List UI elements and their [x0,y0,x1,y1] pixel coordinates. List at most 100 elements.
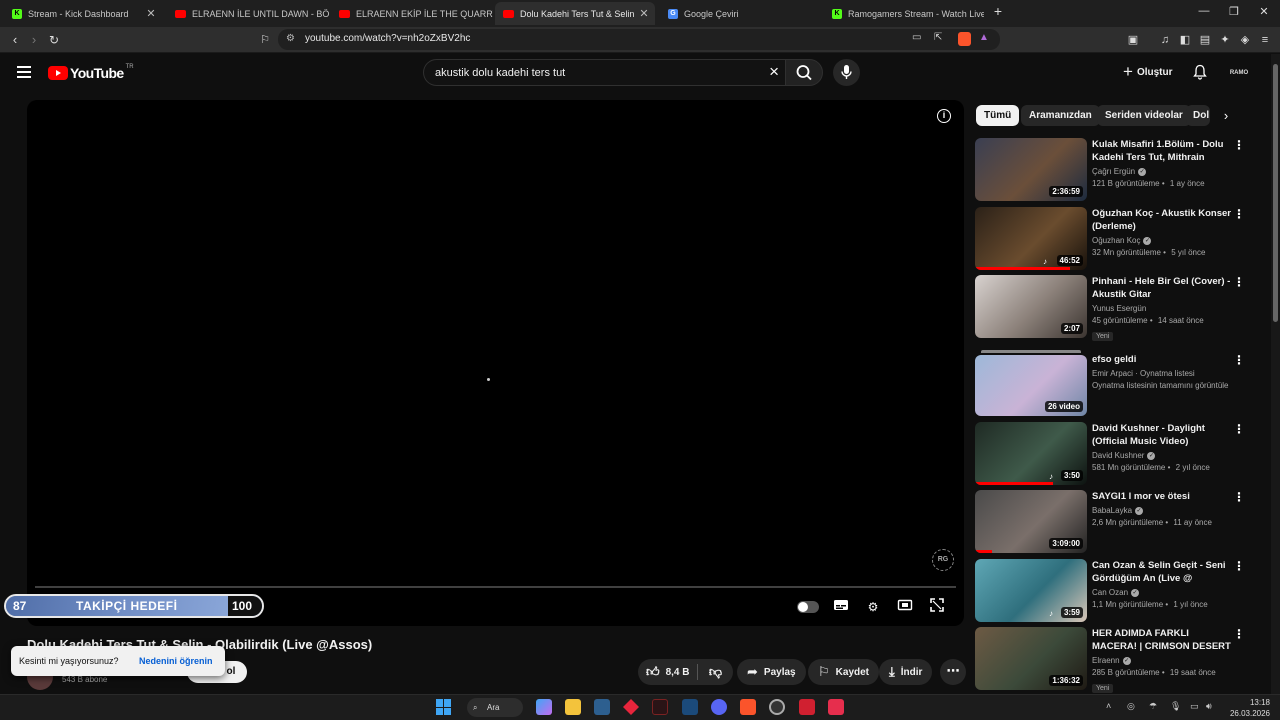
video-player[interactable]: i RG ⚙ [27,100,964,626]
recommendation-channel[interactable]: David Kushner ✓ [1092,451,1232,460]
hamburger-menu-icon[interactable] [17,66,31,78]
share-page-icon[interactable]: ⇱ [934,32,942,43]
reload-icon[interactable]: ↻ [45,32,63,48]
recommendation-title[interactable]: Pinhani - Hele Bir Gel (Cover) - Akustik… [1092,275,1232,301]
taskbar-clock[interactable]: 13:18 26.03.2026 [1226,697,1270,719]
file-explorer-icon[interactable] [565,699,581,715]
scrollbar-thumb[interactable] [1273,64,1278,322]
scrollbar[interactable] [1271,54,1280,694]
obs-icon[interactable] [652,699,668,715]
media-icon[interactable]: ♫ [1158,33,1172,47]
recommendation-item[interactable]: 2:36:59 Kulak Misafiri 1.Bölüm - Dolu Kad… [975,138,1255,202]
more-options-icon[interactable]: ⋮ [1233,138,1245,152]
video-thumbnail[interactable]: 1:36:32 [975,627,1087,690]
video-thumbnail[interactable]: 46:52 ♪ [975,207,1087,270]
save-button[interactable]: ⚐ Kaydet [808,659,880,685]
chip-all[interactable]: Tümü [976,105,1020,126]
video-thumbnail[interactable]: 3:59 ♪ [975,559,1087,622]
browser-tab[interactable]: ELRAENN EKİP İLE THE QUARRY OYN [331,2,493,25]
channel-watermark[interactable]: RG [932,549,954,571]
share-button[interactable]: ➦ Paylaş [737,659,806,685]
recommendation-item[interactable]: 1:36:32 HER ADIMDA FARKLI MACERA! | CRIMS… [975,627,1255,693]
site-info-icon[interactable]: ⚙ [286,33,295,44]
leo-ai-icon[interactable]: ✦ [1218,33,1232,47]
close-window-icon[interactable]: ✕ [1249,5,1279,18]
bookmark-icon[interactable]: ⚐ [256,32,274,48]
tray-chevron-up-icon[interactable]: ˄ [1106,701,1111,711]
recommendation-title[interactable]: David Kushner - Daylight (Official Music… [1092,422,1232,448]
recommendation-title[interactable]: Kulak Misafiri 1.Bölüm - Dolu Kadehi Ter… [1092,138,1232,164]
discord-icon[interactable] [711,699,727,715]
more-options-icon[interactable]: ⋮ [1233,353,1245,367]
more-options-icon[interactable]: ⋮ [1233,559,1245,573]
copilot-icon[interactable] [536,699,552,715]
browser-tab[interactable]: ELRAENN İLE UNTIL DAWN - BÖLÜM [167,2,329,25]
address-bar[interactable]: ⚙ youtube.com/watch?v=nh2oZxBV2hc ▭ ⇱ ▲ [278,29,1000,50]
chip-series-videos[interactable]: Seriden videolar [1097,105,1191,126]
recommendation-channel[interactable]: Elraenn ✓ [1092,656,1232,665]
more-options-icon[interactable]: ⋮ [1233,422,1245,436]
snipping-tool-icon[interactable] [594,699,610,715]
network-icon[interactable]: ▭ [1190,701,1199,712]
app-icon[interactable] [799,699,815,715]
close-tab-icon[interactable]: ✕ [637,7,651,20]
search-button[interactable] [785,59,823,86]
video-thumbnail[interactable]: 2:36:59 [975,138,1087,201]
wallet-icon[interactable]: ▤ [1198,33,1212,47]
windows-start-icon[interactable] [436,699,452,715]
tray-app-icon[interactable]: ☂ [1149,701,1157,712]
chip-dolu[interactable]: Dol [1186,105,1210,126]
chevron-right-icon[interactable]: › [1216,106,1236,126]
back-icon[interactable]: ‹ [6,32,24,48]
recommendation-title[interactable]: efso geldi [1092,353,1232,366]
more-actions-icon[interactable]: ⋯ [940,659,966,685]
create-button[interactable]: + Oluştur [1115,61,1181,83]
brave-rewards-icon[interactable]: ▲ [979,32,989,43]
more-options-icon[interactable]: ⋮ [1233,627,1245,641]
app-icon[interactable] [623,699,639,715]
restore-icon[interactable]: ❐ [1219,5,1249,18]
settings-gear-icon[interactable]: ⚙ [864,598,882,616]
app-icon[interactable] [828,699,844,715]
clear-search-icon[interactable]: × [769,62,779,82]
recommendation-channel[interactable]: Çağrı Ergün ✓ [1092,167,1232,176]
recommendation-item[interactable]: 3:09:00 SAYGI1 l mor ve ötesi BabaLayka ✓ 2,… [975,490,1255,554]
download-button[interactable]: ⤓ İndir [879,659,933,685]
steam-icon[interactable] [682,699,698,715]
recommendation-item[interactable]: 26 video efso geldi Emir Arpaci · Oynatma … [975,350,1255,417]
recommendation-channel[interactable]: Can Ozan ✓ [1092,588,1232,597]
new-tab-icon[interactable]: + [983,3,1013,19]
recommendation-item[interactable]: 3:59 ♪ Can Ozan & Selin Geçit - Seni Gördü… [975,559,1255,623]
more-options-icon[interactable]: ⋮ [1233,490,1245,504]
recommendation-channel[interactable]: Yunus Esergün [1092,304,1232,313]
chrome-icon[interactable] [769,699,785,715]
recommendation-title[interactable]: Oğuzhan Koç - Akustik Konser (Derleme) [1092,207,1232,233]
recommendation-item[interactable]: 46:52 ♪ Oğuzhan Koç - Akustik Konser (Derl… [975,207,1255,271]
recommendation-title[interactable]: SAYGI1 l mor ve ötesi [1092,490,1232,503]
search-input[interactable]: akustik dolu kadehi ters tut × [423,59,785,86]
minimize-icon[interactable]: — [1189,5,1219,17]
progress-bar[interactable] [35,586,956,588]
vpn-icon[interactable]: ◈ [1238,33,1252,47]
theater-mode-icon[interactable] [896,598,914,616]
fullscreen-icon[interactable] [928,598,946,616]
recommendation-title[interactable]: HER ADIMDA FARKLI MACERA! | CRIMSON DESE… [1092,627,1232,653]
brave-shields-icon[interactable] [958,32,971,46]
brave-browser-icon[interactable] [740,699,756,715]
browser-tab[interactable]: G Google Çeviri [660,2,820,25]
subtitles-icon[interactable] [832,598,850,616]
cast-icon[interactable]: ▭ [912,32,921,43]
forward-icon[interactable]: › [25,32,43,48]
recommendation-item[interactable]: 3:50 ♪ David Kushner - Daylight (Official … [975,422,1255,486]
autoplay-toggle[interactable] [797,601,819,613]
browser-tab-active[interactable]: Dolu Kadehi Ters Tut & Selin - Ol ✕ [495,2,655,25]
recommendation-title[interactable]: Can Ozan & Selin Geçit - Seni Gördüğüm A… [1092,559,1232,585]
tray-app-icon[interactable]: ◎ [1127,701,1135,712]
recommendation-channel[interactable]: Oğuzhan Koç ✓ [1092,236,1232,245]
close-tab-icon[interactable]: ✕ [144,7,158,20]
info-icon[interactable]: i [937,109,951,123]
video-thumbnail[interactable]: 3:09:00 [975,490,1087,553]
voice-search-button[interactable] [833,59,860,86]
toast-learn-link[interactable]: Nedenini öğrenin [139,656,213,666]
microphone-icon[interactable]: 🎙︎ [1170,701,1181,712]
